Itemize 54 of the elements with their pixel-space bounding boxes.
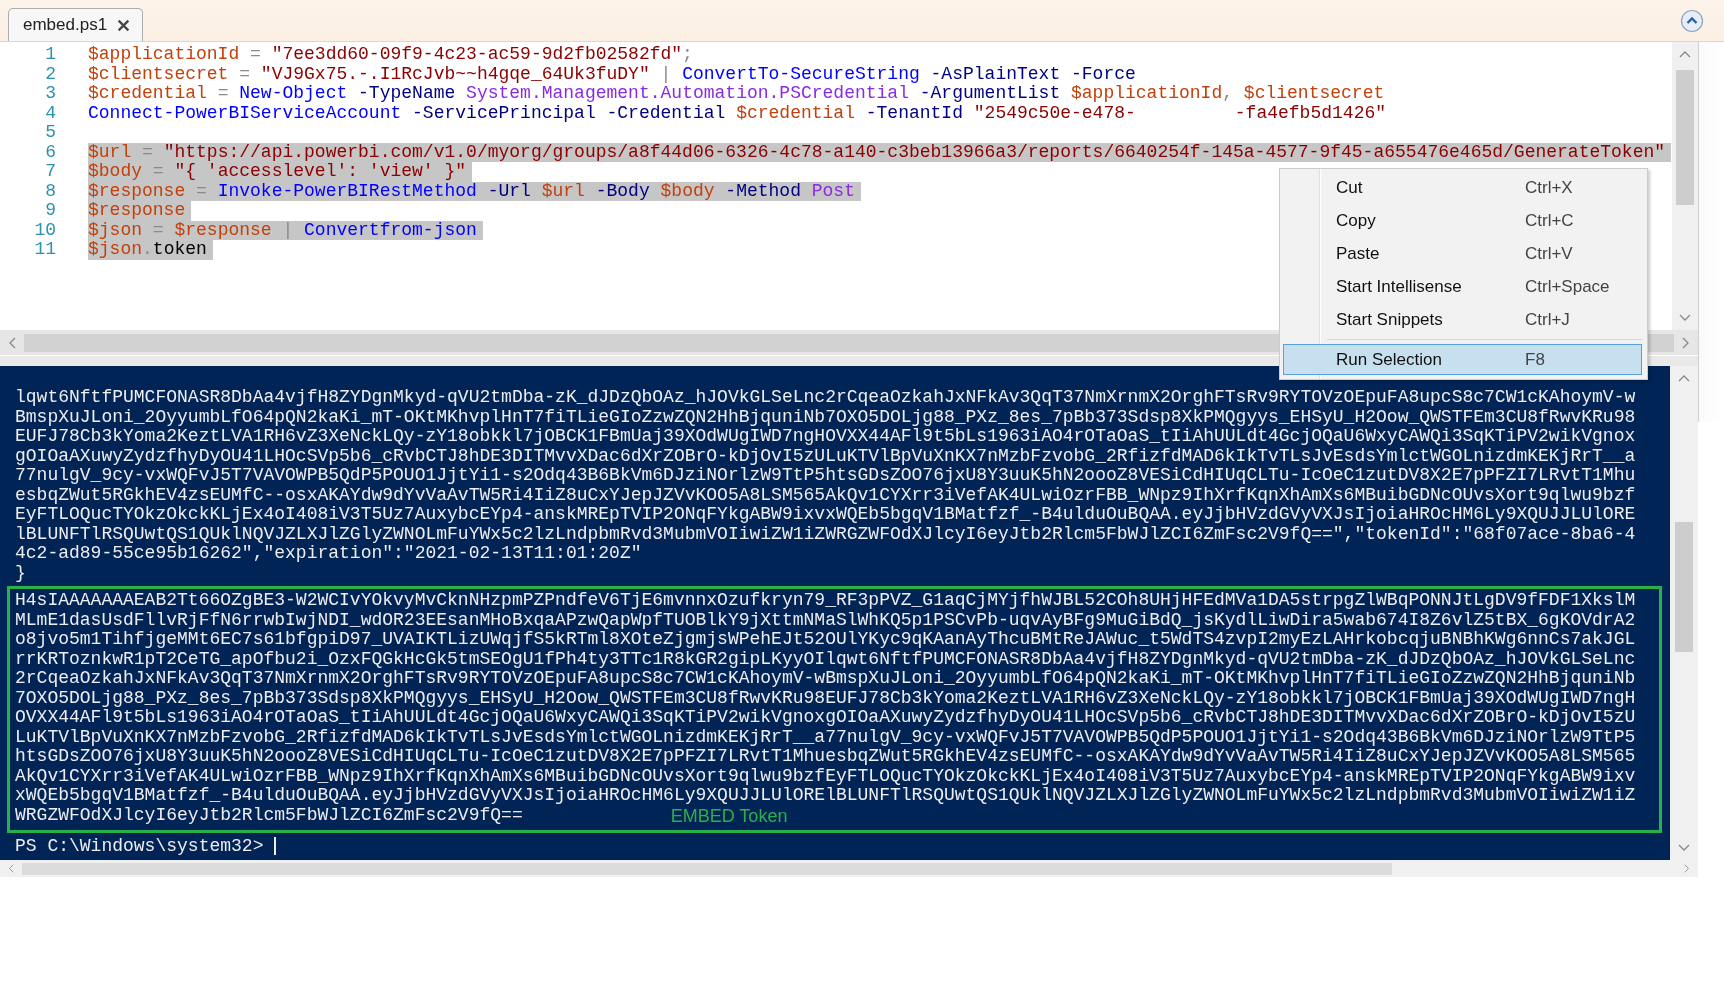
console-line: EyFTLOQucTYOkzOkckKLjEx4oI408iV3T5Uz7AuxybcEYp4-anskMREpTVIP2ONqFYkgABW9ixvxWQEb5bgqV1BMatfzf_-B4ulduOuBQAA.eyJjbHVzdGVyVXJsIjoiaHROcHM6Ly9XQUJJLUlORE [14, 505, 1637, 525]
console-line: } [14, 563, 27, 583]
line-number: 3 [44, 84, 57, 104]
console-line: xWQEb5bgqV1BMatfzf_-B4ulduOuBQAA.eyJjbHVzdGVyVXJsIjoiaHROcHM6Ly9XQUJJLUlORElBLUNFTlRSQUwtQS1QUklNQVJZLXJlZGlyZWNOLmFuYWx5c2lzLndpbmRvd3MubmVOIiwiZW1iZ [14, 786, 1637, 806]
line-number: 9 [44, 201, 57, 221]
console-line: LuKTVlBpVuXnKX7nMzbFzvobG_2RfizfdMAD6kIkTvTLsJvEsdsYmlctWGOLnizdmKEKjRrT__a77nulgV_9cy-vxWQFvJ5T7VAVOWPB5QdP5POUO1JjtYi1-s2Odq43B6BkVm6DJziNOrlzW9TtP5 [14, 727, 1637, 747]
console-line: 4c2-ad89-55ce95b16262","expiration":"2021-02-13T11:01:20Z" [14, 544, 643, 564]
console-line: MLmE1dasUsdFllvRjFfN6rrwbIwjNDI_wdOR23EEsanMHoBxqaAPzwQapWpfTUOBlkY9jXttmNMaSlWhKQ5p1PSCvPb-uqvAyBFg9MuGiBdQ_jsKydlLiwDira5wab674I8Z6vlZ5tBX_6gKOVdrA2 [14, 610, 1637, 630]
line-number: 6 [44, 142, 57, 162]
line-number: 7 [44, 162, 57, 182]
annotation-label: EMBED Token [670, 805, 788, 826]
console-line: OVXX44AFl9t5bLs1963iAO4rOTaOaS_tIiAhUULdt4GcjOQaU6WxyCAWQi3SqKTiPV2wikVgnoxgOIOaAXuwyZydzfhyDyOU41LHOcSVp5b6_cRvbCTJ8hDE3DITMvvXDac6dXrZOBrO-kDjOvI5zU [14, 708, 1637, 728]
menu-item[interactable]: Cut Ctrl+X [1283, 171, 1642, 204]
code-line: $applicationId = "7ee3dd60-09f9-4c23-ac59-9d2fb02582fd"; [88, 45, 693, 65]
console-line: gOIOaAXuwyZydzfhyDyOU41LHOcSVp5b6_cRvbCTJ8hDE3DITMvvXDac6dXrZOBrO-kDjOvI5zULuKTVlBpVuXnKX7nMzbFzvobG_2RfizfdMAD6kIkTvTLsJvEsdsYmlctWGOLnizdmKEKjRrT__a [14, 446, 1637, 466]
scrollbar-thumb[interactable] [1675, 522, 1693, 652]
console-line: 77nulgV_9cy-vxWQFvJ5T7VAVOWPB5QdP5POUO1JjtYi1-s2Odq43B6BkVm6DJziNOrlzW9TtP5htsGDsZOO76jxU8Y3uuK5hN2oooZ8VESiCdHIUqCLTu-IcOeC1zutDV8X2E7pPFZI7LRvtT1Mhu [14, 466, 1637, 486]
menu-item[interactable]: Run Selection F8 [1283, 344, 1642, 375]
code-line: $clientsecret = "VJ9Gx75.-.I1RcJvb~~h4gqe_64Uk3fuDY" | ConvertTo-SecureString -AsPlainText -Force [88, 64, 1136, 84]
line-number: 4 [44, 103, 57, 123]
collapse-icon[interactable] [1680, 8, 1704, 33]
console-line: o8jvo5m1TihfjgeMMt6EC7s61bfgpiD97_UVAIKTLizUWqjfS5kRTml8XOteZjgmjsWPehEJt52OUlYKyc9qKAanAyThcuBMtReJAWuc_t5WdTS4zvpI2myEzLAHrkobcqjuBNBhKWg6nnCs7akJGL [14, 630, 1637, 650]
console-line: H4sIAAAAAAAEAB2Tt66OZgBE3-W2WCIvYOkvyMvCknNHzpmPZPndfeV6TjE6mvnnxOzufkryn79_RF3pPVZ_G1aqCjMYjfhWJBL52COh8UHjHFEdMVa1DA5strpgZlWBqPONNJtLgDV9fFDF1XkslM [14, 591, 1637, 611]
line-number: 5 [44, 123, 57, 143]
line-number: 10 [33, 220, 57, 240]
code-line: $credential = New-Object -TypeName System.Management.Automation.PSCredential -ArgumentList $applicationId, $clientsecret [88, 84, 1385, 104]
menu-item[interactable]: Start Intellisense Ctrl+Space [1283, 270, 1642, 303]
line-number: 2 [44, 64, 57, 84]
text-cursor [274, 837, 277, 856]
console-line: lBLUNFTlRSQUwtQS1QUklNQVJZLXJlZGlyZWNOLmFuYWx5c2lzLndpbmRvd3MubmVOIiwiZW1iZWRGZWFOdXJlcyI6eyJtb2Rlcm5FbWJlZCI6ZmFsc2V9fQ==","tokenId":"68f07ace-8ba6-4 [14, 524, 1637, 544]
line-number: 8 [44, 181, 57, 201]
vertical-scrollbar[interactable] [1670, 366, 1698, 860]
menu-item[interactable]: Start Snippets Ctrl+J [1283, 303, 1642, 336]
menu-item[interactable]: Copy Ctrl+C [1283, 204, 1642, 237]
console-line: lqwt6NftfPUMCFONASR8DbAa4vjfH8ZYDgnMkyd-qVU2tmDba-zK_dJDzQbOAz_hJOVkGLSeLnc2rCqeaOzkahJxNFkAv3QqT37NmXrnmX2OrghFTsRv9RYTOVzOEpuFA8upcS8c7CW1cKAhoymV-w [14, 388, 1637, 408]
close-icon[interactable] [117, 18, 131, 32]
scrollbar-thumb[interactable] [1676, 70, 1694, 205]
editor-tab[interactable]: embed.ps1 [8, 8, 144, 41]
line-number: 1 [44, 45, 57, 65]
console-line: AkQv1CYXrr3iVefAK4ULwiOzrFBB_WNpz9IhXrfKqnXhAmXs6MBuibGDNcOUvsXort9qlwu9bzfEyFTLOQucTYOkzOkckKLjEx4oI408iV3T5Uz7AuxybcEYp4-anskMREpTVIP2ONqFYkgABW9ixv [14, 766, 1637, 786]
horizontal-scrollbar[interactable] [0, 860, 1698, 877]
console-prompt[interactable]: PS C:\Windows\system32> [7, 836, 264, 856]
console-line: 7OXO5DOLjg88_PXz_8es_7pBb373Sdsp8XkPMQgyys_EHSyU_H2Oow_QWSTFEm3CU8fRwvKRu98EUFJ78Cb3kYoma2KeztLVA1RH6vZ3XeNckLQy-zY18obkkl7jOBCK1FBmUaj39XOdWUgIWD7ngH [14, 688, 1637, 708]
console-line: esbqZWut5RGkhEV4zsEUMfC--osxAKAYdw9dYvVaAvTW5Ri4IiZ8uCxYJepJZVvKOO5A8LSM565AkQv1CYXrr3iVefAK4ULwiOzrFBB_WNpz9IhXrfKqnXhAmXs6MBuibGDNcOUvsXort9qlwu9bzf [14, 485, 1637, 505]
console-line: EUFJ78Cb3kYoma2KeztLVA1RH6vZ3XeNckLQy-zY18obkkl7jOBCK1FBmUaj39XOdWUgIWD7ngHOVXX44AFl9t5bLs1963iAO4rOTaOaS_tIiAhUULdt4GcjOQaU6WxyCAWQi3SqKTiPV2wikVgnox [14, 427, 1637, 447]
console-line: rrKRToznkwR1pT2CeTG_apOfbu2i_OzxFQGkHcGk5tmSEOgU1fPh4ty3TTc1R8kGR2gipLKyyOIlqwt6NftfPUMCFONASR8DbAa4vjfH8ZYDgnMkyd-qVU2tmDba-zK_dJDzQbOAz_hJOVkGLSeLnc [14, 649, 1637, 669]
console-line: 2rCqeaOzkahJxNFkAv3QqT37NmXrnmX2OrghFTsRv9RYTOVzOEpuFA8upcS8c7CW1cKAhoymV-wBmspXuJLoni_2OyyumbLfO64pQN2kaKi_mT-OKtMKhvplHnT7fiTLieGIoZzwZQN2HhBjquniNb [14, 669, 1637, 689]
line-number: 11 [33, 240, 57, 260]
code-line: Connect-PowerBIServiceAccount -ServicePrincipal -Credential $credential -TenantId "2549c50e-e478- -fa4efb5d1426" [88, 103, 1387, 123]
console-line: BmspXuJLoni_2OyyumbLfO64pQN2kaKi_mT-OKtMKhvplHnT7fiTLieGIoZzwZQN2HhBjquniNb7OXO5DOLjg88_PXz_8es_7pBb373Sdsp8XkPMQgyys_EHSyU_H2Oow_QWSTFEm3CU8fRwvKRu98 [14, 407, 1637, 427]
vertical-scrollbar[interactable] [1672, 42, 1698, 330]
console-line: WRGZWFOdXJlcyI6eyJtb2Rlcm5FbWJlZCI6ZmFsc2V9fQ== [14, 806, 523, 826]
menu-item[interactable]: Paste Ctrl+V [1283, 237, 1642, 270]
console-line: htsGDsZOO76jxU8Y3uuK5hN2oooZ8VESiCdHIUqCLTu-IcOeC1zutDV8X2E7pPFZI7LRvtT1MhuesbqZWut5RGkhEV4zsEUMfC--osxAKAYdw9dYvVaAvTW5Ri4IiZ8uCxYJepJZVvKOO5A8LSM565 [14, 747, 1637, 767]
